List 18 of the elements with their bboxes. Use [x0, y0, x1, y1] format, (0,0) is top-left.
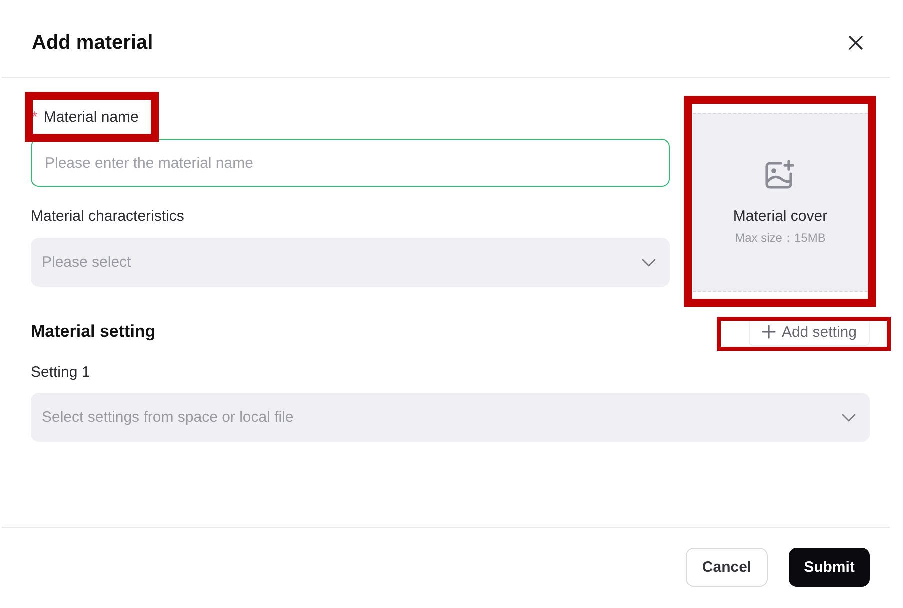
field-label: Setting 1 [31, 364, 90, 381]
field-label: Material name [44, 109, 139, 126]
text-input-field[interactable]: Please enter the material name [31, 139, 670, 187]
plus-icon [762, 325, 776, 339]
submit-button[interactable]: Submit [789, 548, 870, 587]
dialog-title: Add material [32, 30, 154, 54]
close-button[interactable] [849, 36, 863, 50]
cover-upload-area[interactable]: Material cover Max size：15MB [693, 113, 868, 292]
cover-hint: Max size：15MB [735, 230, 826, 246]
close-icon [849, 36, 863, 50]
cancel-button[interactable]: Cancel [686, 548, 768, 587]
required-mark: * [32, 109, 38, 126]
chevron-down-icon [842, 414, 856, 422]
image-plus-icon [765, 160, 796, 188]
cover-label: Material cover [733, 206, 828, 226]
chevron-down-icon [642, 258, 656, 266]
field-label: Material characteristics [31, 208, 184, 225]
section-title: Material setting [31, 322, 156, 342]
